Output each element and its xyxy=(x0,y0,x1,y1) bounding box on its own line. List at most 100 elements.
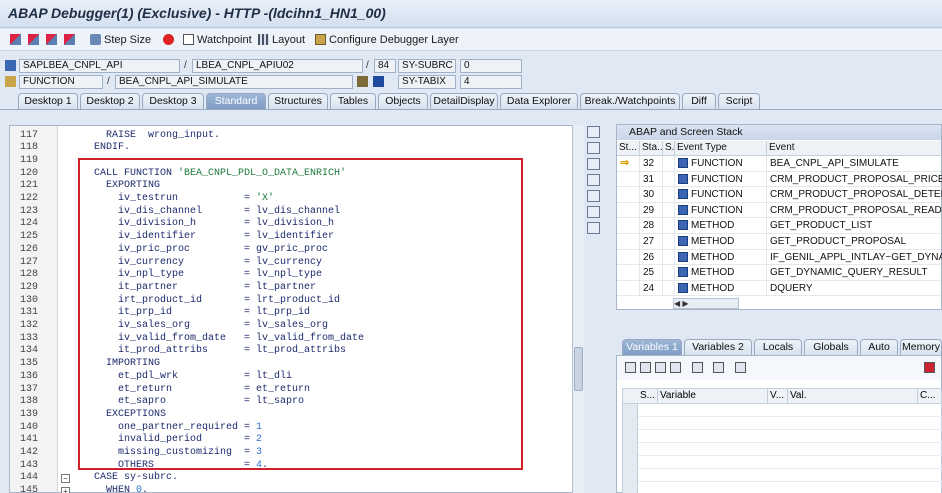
column-header[interactable]: S... xyxy=(663,141,675,156)
column-header[interactable]: V... xyxy=(768,389,788,404)
table-icon[interactable] xyxy=(640,362,651,373)
tab-diff[interactable]: Diff xyxy=(682,93,716,109)
tabix-value[interactable]: 4 xyxy=(460,75,522,89)
stack-s-cell xyxy=(663,187,675,203)
tab-data-explorer[interactable]: Data Explorer xyxy=(500,93,578,109)
event-type-field[interactable]: FUNCTION xyxy=(19,75,103,89)
editor-scrollbar[interactable] xyxy=(572,125,584,493)
tab-globals[interactable]: Globals xyxy=(804,339,858,355)
column-header[interactable]: Event xyxy=(767,141,942,156)
table-row[interactable] xyxy=(638,443,942,456)
tab-detaildisplay[interactable]: DetailDisplay xyxy=(430,93,498,109)
stack-row[interactable]: 30 FUNCTION CRM_PRODUCT_PROPOSAL_DETERMINE xyxy=(617,187,942,203)
table-row[interactable] xyxy=(638,430,942,443)
save-icon[interactable] xyxy=(924,362,935,373)
stack-row[interactable]: 29 FUNCTION CRM_PRODUCT_PROPOSAL_READ xyxy=(617,202,942,219)
export-icon[interactable] xyxy=(670,362,681,373)
watchpoint-button[interactable]: Watchpoint xyxy=(183,32,252,48)
tab-objects[interactable]: Objects xyxy=(378,93,428,109)
code-line[interactable]: 144 CASE sy-subrc. xyxy=(10,472,570,485)
replace-tool-icon[interactable] xyxy=(587,158,600,170)
code-line[interactable]: 117 RAISE wrong_input. xyxy=(10,130,570,143)
program-field[interactable]: SAPLBEA_CNPL_API xyxy=(19,59,180,73)
tab-memory[interactable]: Memory xyxy=(900,339,942,355)
tab-desktop-1[interactable]: Desktop 1 xyxy=(18,93,78,109)
configure-layer-button[interactable]: Configure Debugger Layer xyxy=(315,32,459,48)
delete-icon[interactable] xyxy=(625,362,636,373)
stop-icon[interactable] xyxy=(163,32,177,48)
new-tool-icon[interactable] xyxy=(587,142,600,154)
fold-toggle-icon[interactable]: − xyxy=(61,474,70,484)
line-field[interactable]: 84 xyxy=(374,59,396,73)
code-text: CASE sy-subrc. xyxy=(82,472,179,484)
stack-hscroll[interactable]: ◀ ▶ xyxy=(673,298,739,309)
tab-locals[interactable]: Locals xyxy=(754,339,802,355)
subrc-value[interactable]: 0 xyxy=(460,59,522,73)
tab-auto[interactable]: Auto xyxy=(860,339,898,355)
tab-tables[interactable]: Tables xyxy=(330,93,376,109)
maximize-icon[interactable] xyxy=(587,174,600,186)
services-icon[interactable] xyxy=(587,206,600,218)
column-header[interactable]: Variable xyxy=(658,389,768,404)
import-icon[interactable] xyxy=(655,362,666,373)
tab-desktop-3[interactable]: Desktop 3 xyxy=(142,93,204,109)
return-icon[interactable] xyxy=(46,32,60,48)
fold-toggle-icon[interactable]: + xyxy=(61,487,70,493)
table-row[interactable] xyxy=(638,417,942,430)
tab-standard[interactable]: Standard xyxy=(206,93,266,109)
column-header[interactable]: Event Type xyxy=(675,141,767,156)
code-text: WHEN 0. xyxy=(82,485,149,493)
variables-grid[interactable]: S... Variable V... Val. C... xyxy=(622,388,942,493)
stack-row[interactable]: 24 METHOD DQUERY xyxy=(617,280,941,297)
event-type-text: FUNCTION xyxy=(691,189,743,201)
event-name-field[interactable]: BEA_CNPL_API_SIMULATE xyxy=(115,75,353,89)
settings-icon[interactable] xyxy=(587,222,600,234)
tab-breakpoints[interactable]: Break./Watchpoints xyxy=(580,93,680,109)
stack-row[interactable]: 25 METHOD GET_DYNAMIC_QUERY_RESULT xyxy=(617,265,941,281)
separator: / xyxy=(366,60,369,71)
table-row[interactable] xyxy=(638,456,942,469)
method-icon xyxy=(678,220,688,231)
column-header[interactable]: C... xyxy=(918,389,942,404)
step-into-icon[interactable] xyxy=(10,32,24,48)
stack-row[interactable]: 28 METHOD GET_PRODUCT_LIST xyxy=(617,218,941,234)
code-line[interactable]: 145 WHEN 0. xyxy=(10,485,570,493)
include-field[interactable]: LBEA_CNPL_APIU02 xyxy=(192,59,363,73)
stack-row[interactable]: 26 METHOD IF_GENIL_APPL_INTLAY~GET_DYNAMIC… xyxy=(617,249,942,266)
stack-s-cell xyxy=(663,234,675,250)
edit-icon[interactable] xyxy=(735,362,746,373)
layout-button[interactable]: Layout xyxy=(258,32,305,48)
stack-row[interactable]: 27 METHOD GET_PRODUCT_PROPOSAL xyxy=(617,234,941,250)
stack-row[interactable]: 31 FUNCTION CRM_PRODUCT_PROPOSAL_PRICEDET xyxy=(617,171,942,188)
swap-icon[interactable] xyxy=(587,190,600,202)
continue-icon[interactable] xyxy=(64,32,78,48)
step-size-button[interactable]: Step Size xyxy=(90,32,151,48)
tab-script[interactable]: Script xyxy=(718,93,760,109)
code-line[interactable]: 118 ENDIF. xyxy=(10,142,570,155)
info-icon[interactable] xyxy=(373,76,384,87)
column-header[interactable]: Val. xyxy=(788,389,918,404)
tab-variables-1[interactable]: Variables 1 xyxy=(622,339,682,355)
table-row[interactable] xyxy=(638,469,942,482)
tree-icon[interactable] xyxy=(692,362,703,373)
column-header[interactable]: Sta... xyxy=(640,141,663,156)
stack-s-cell xyxy=(663,218,675,234)
tab-desktop-2[interactable]: Desktop 2 xyxy=(80,93,140,109)
find-icon[interactable] xyxy=(713,362,724,373)
column-header[interactable]: St... xyxy=(617,141,640,156)
navigate-icon[interactable] xyxy=(357,76,368,87)
event-name-cell: CRM_PRODUCT_PROPOSAL_DETERMINE xyxy=(767,187,942,203)
step-over-icon[interactable] xyxy=(28,32,42,48)
table-row[interactable] xyxy=(638,404,942,417)
close-icon[interactable] xyxy=(587,126,600,138)
tab-structures[interactable]: Structures xyxy=(268,93,328,109)
stack-row[interactable]: ⇒ 32 FUNCTION BEA_CNPL_API_SIMULATE xyxy=(617,156,941,172)
code-text: RAISE wrong_input. xyxy=(82,129,221,141)
stack-status-cell xyxy=(617,187,640,203)
column-header[interactable]: S... xyxy=(638,389,658,404)
tab-variables-2[interactable]: Variables 2 xyxy=(684,339,752,355)
row-selector-column[interactable] xyxy=(623,404,638,493)
line-number: 122 xyxy=(20,193,39,204)
scrollbar-thumb[interactable] xyxy=(574,347,583,391)
source-code-editor[interactable]: 117 RAISE wrong_input. 118 ENDIF. 119 120 C… xyxy=(9,125,584,493)
